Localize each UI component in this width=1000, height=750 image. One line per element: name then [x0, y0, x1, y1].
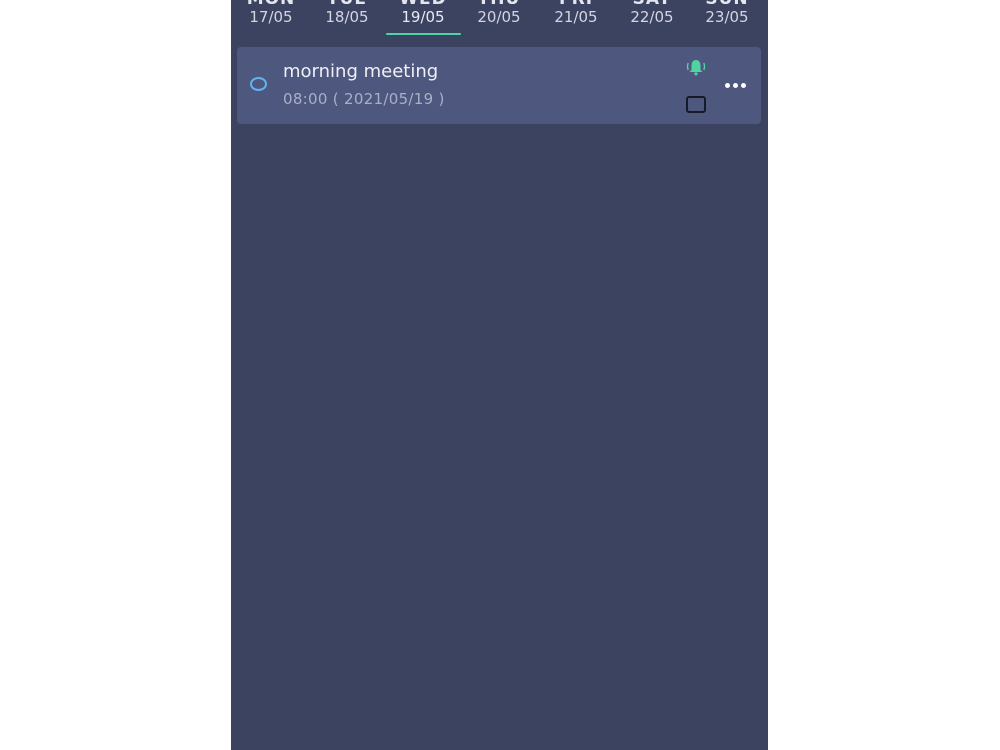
bell-ringing-icon[interactable]: [685, 58, 707, 76]
selected-day-indicator: [386, 33, 461, 35]
task-item[interactable]: morning meeting 08:00 ( 2021/05/19 ): [237, 47, 761, 124]
day-date: 17/05: [249, 8, 293, 26]
day-date: 18/05: [325, 8, 369, 26]
day-fri[interactable]: FRI 21/05: [538, 0, 614, 38]
day-thu[interactable]: THU 20/05: [461, 0, 537, 38]
day-sat[interactable]: SAT 22/05: [614, 0, 690, 38]
task-time: 08:00 ( 2021/05/19 ): [283, 90, 445, 108]
more-options-icon[interactable]: [725, 78, 749, 92]
day-sun[interactable]: SUN 23/05: [689, 0, 765, 38]
week-strip: MON 17/05 TUE 18/05 WED 19/05 THU 20/05 …: [231, 0, 768, 38]
day-date: 20/05: [477, 8, 521, 26]
task-complete-checkbox[interactable]: [250, 77, 267, 91]
day-mon[interactable]: MON 17/05: [233, 0, 309, 38]
task-title: morning meeting: [283, 61, 439, 82]
app-screen: MON 17/05 TUE 18/05 WED 19/05 THU 20/05 …: [231, 0, 768, 750]
day-tue[interactable]: TUE 18/05: [309, 0, 385, 38]
day-date: 19/05: [401, 8, 445, 26]
day-date: 21/05: [554, 8, 598, 26]
day-date: 22/05: [630, 8, 674, 26]
select-checkbox[interactable]: [686, 96, 706, 113]
day-date: 23/05: [705, 8, 749, 26]
